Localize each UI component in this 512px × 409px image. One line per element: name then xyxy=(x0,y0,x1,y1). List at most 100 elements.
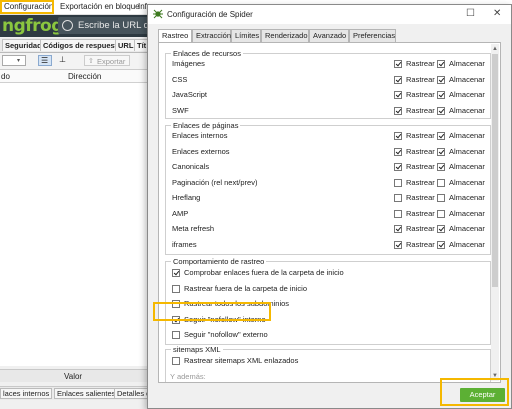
label-rastrear-javascript: Rastrear xyxy=(406,90,435,99)
rastreo-panel: ▲ ▼ Enlaces de recursos Imágenes Rastrear… xyxy=(158,42,501,383)
tree-icon: ⊥ xyxy=(59,55,66,64)
label-rastrear-enlaces-externos: Rastrear xyxy=(406,146,435,156)
row-label-paginacion-rel-next-prev: Paginación (rel next/prev) xyxy=(172,177,258,187)
bottom-tabs: laces internos Enlaces salientes Detalle… xyxy=(0,386,154,400)
label-rastrear-swf: Rastrear xyxy=(406,105,435,115)
list-icon: ☰ xyxy=(41,56,49,65)
dialog-title: Configuración de Spider xyxy=(167,10,253,19)
label-rastrear-enlaces-internos: Rastrear xyxy=(406,131,435,140)
checkbox-rastrear-enlaces-internos[interactable] xyxy=(394,132,402,140)
url-input[interactable]: Escribe la URL qu xyxy=(58,17,158,34)
close-icon[interactable]: ✕ xyxy=(493,9,501,19)
label-rastrear-paginacion-rel-next-prev: Rastrear xyxy=(406,177,435,187)
checkbox-rastrear-enlaces-externos[interactable] xyxy=(394,147,402,156)
group-title-sitemaps: sitemaps XML xyxy=(171,345,223,354)
aceptar-highlight xyxy=(440,378,509,406)
checkbox-rastrear-fuera-de-la-carpeta-de-inicio[interactable] xyxy=(172,284,180,293)
checkbox-rastrear-canonicals[interactable] xyxy=(394,163,402,171)
tab-seguridad[interactable]: Seguridad xyxy=(2,39,45,51)
checkbox-almacenar-hreflang[interactable] xyxy=(437,194,445,202)
row-label-css: CSS xyxy=(172,74,188,84)
checkbox-seguir-nofollow-externo[interactable] xyxy=(172,331,180,339)
checkbox-almacenar-enlaces-internos[interactable] xyxy=(437,132,445,140)
label-rastrear-canonicals: Rastrear xyxy=(406,162,435,171)
row-label-meta-refresh: Meta refresh xyxy=(172,224,215,233)
label-rastrear-imagenes: Rastrear xyxy=(406,59,435,68)
tab-renderizado[interactable]: Renderizado xyxy=(261,29,309,42)
label-rastrear-hreflang: Rastrear xyxy=(406,193,435,202)
label-almacenar-iframes: Almacenar xyxy=(449,239,485,249)
app-logo: ngfrog xyxy=(2,16,63,36)
checkbox-almacenar-amp[interactable] xyxy=(437,209,445,218)
group-enlaces-recursos: Enlaces de recursos Imágenes Rastrear Alma… xyxy=(165,49,491,119)
row-label-swf: SWF xyxy=(172,105,189,115)
label-almacenar-swf: Almacenar xyxy=(449,105,485,115)
checkbox-rastrear-paginacion-rel-next-prev[interactable] xyxy=(394,178,402,187)
app-logobar: ngfrog Escribe la URL qu xyxy=(0,15,160,37)
checkbox-almacenar-iframes[interactable] xyxy=(437,240,445,249)
tree-view-button[interactable]: ⊥ xyxy=(56,55,70,66)
maximize-icon[interactable]: ☐ xyxy=(466,9,475,19)
tab-limites[interactable]: Límites xyxy=(231,29,261,42)
vertical-scrollbar[interactable]: ▲ ▼ xyxy=(491,44,499,381)
checkbox-rastrear-swf[interactable] xyxy=(394,106,402,115)
checkbox-almacenar-paginacion-rel-next-prev[interactable] xyxy=(437,178,445,187)
menu-exportacion[interactable]: Exportación en bloque xyxy=(60,2,140,11)
checkbox-rastrear-amp[interactable] xyxy=(394,209,402,218)
checkbox-almacenar-swf[interactable] xyxy=(437,106,445,115)
checkbox-almacenar-canonicals[interactable] xyxy=(437,163,445,171)
checkbox-comprobar-enlaces-fuera-de-la-carpeta-de-inicio[interactable] xyxy=(172,269,180,277)
list-view-button[interactable]: ☰ xyxy=(38,55,52,66)
dialog-titlebar: Configuración de Spider ☐ ✕ xyxy=(148,5,511,24)
label-comprobar-enlaces-fuera-de-la-carpeta-de-inicio: Comprobar enlaces fuera de la carpeta de… xyxy=(184,268,344,277)
app-toolbar: ▾ ☰ ⊥ ⇧ Exportar xyxy=(0,53,160,70)
tab-enlaces-salientes[interactable]: Enlaces salientes xyxy=(54,388,119,399)
app-tabs: Seguridad Códigos de respuesta URL Tít xyxy=(0,38,160,53)
export-label: Exportar xyxy=(97,57,126,66)
checkbox-almacenar-meta-refresh[interactable] xyxy=(437,225,445,233)
label-rastrear-iframes: Rastrear xyxy=(406,239,435,249)
tab-avanzado[interactable]: Avanzado xyxy=(309,29,349,42)
checkbox-rastrear-hreflang[interactable] xyxy=(394,194,402,202)
tab-rastreo[interactable]: Rastreo xyxy=(158,29,192,43)
checkbox-rastrear-meta-refresh[interactable] xyxy=(394,225,402,233)
label-almacenar-hreflang: Almacenar xyxy=(449,193,485,202)
checkbox-almacenar-javascript[interactable] xyxy=(437,91,445,99)
label-almacenar-imagenes: Almacenar xyxy=(449,59,485,68)
checkbox-rastrear-javascript[interactable] xyxy=(394,91,402,99)
row-label-javascript: JavaScript xyxy=(172,90,208,99)
tab-extraccion[interactable]: Extracción xyxy=(192,29,231,42)
row-label-iframes: iframes xyxy=(172,239,197,249)
checkbox-rastrear-iframes[interactable] xyxy=(394,240,402,249)
checkbox-almacenar-css[interactable] xyxy=(437,75,445,84)
group-title-paginas: Enlaces de páginas xyxy=(171,121,241,130)
label-almacenar-css: Almacenar xyxy=(449,74,485,84)
table-header: do Dirección xyxy=(0,70,160,83)
valor-label: Valor xyxy=(64,372,83,381)
checkbox-rastrear-css[interactable] xyxy=(394,75,402,84)
row-label-amp: AMP xyxy=(172,208,189,218)
results-table[interactable] xyxy=(0,83,150,366)
checkbox-rastrear-imagenes[interactable] xyxy=(394,60,402,68)
spider-icon xyxy=(153,9,163,19)
export-button[interactable]: ⇧ Exportar xyxy=(84,55,130,66)
label-almacenar-canonicals: Almacenar xyxy=(449,162,485,171)
scroll-up-icon[interactable]: ▲ xyxy=(492,46,498,52)
globe-icon xyxy=(62,20,73,31)
row-label-enlaces-internos: Enlaces internos xyxy=(172,131,228,140)
checkbox-almacenar-imagenes[interactable] xyxy=(437,60,445,68)
menu-inf[interactable]: Inf xyxy=(138,2,147,11)
upload-icon: ⇧ xyxy=(88,58,94,65)
group-title-comportamiento: Comportamiento de rastreo xyxy=(171,257,267,266)
label-rastrear-sitemaps-xml-enlazados: Rastrear sitemaps XML enlazados xyxy=(184,356,299,365)
tab-codigos-respuesta[interactable]: Códigos de respuesta xyxy=(40,39,125,51)
tab-enlaces-internos[interactable]: laces internos xyxy=(0,388,53,399)
chevron-down-icon: ▾ xyxy=(17,58,21,64)
checkbox-almacenar-enlaces-externos[interactable] xyxy=(437,147,445,156)
scroll-thumb[interactable] xyxy=(492,54,498,287)
row-label-enlaces-externos: Enlaces externos xyxy=(172,146,230,156)
label-rastrear-css: Rastrear xyxy=(406,74,435,84)
checkbox-rastrear-sitemaps-xml-enlazados[interactable] xyxy=(172,357,180,365)
filter-dropdown[interactable]: ▾ xyxy=(2,55,26,66)
tab-preferencias[interactable]: Preferencias xyxy=(349,29,396,42)
